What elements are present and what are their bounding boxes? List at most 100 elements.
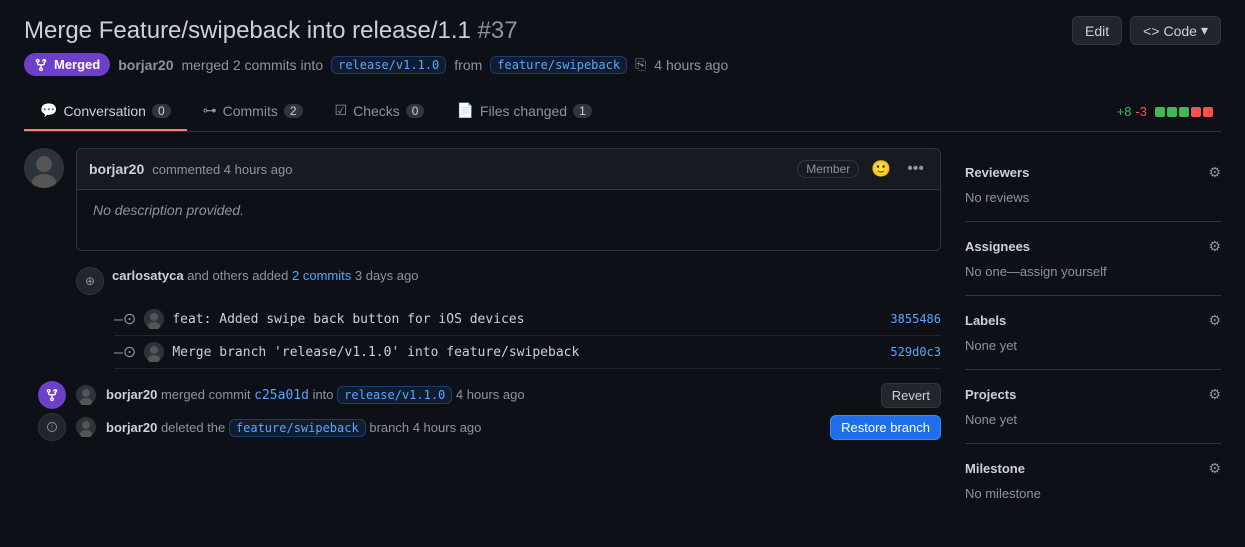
diff-stat: +8 -3: [1117, 104, 1221, 119]
commit-message: feat: Added swipe back button for iOS de…: [172, 312, 882, 327]
merged-badge: Merged: [24, 53, 110, 76]
pr-number: #37: [478, 17, 518, 44]
commit-row: –⊙ feat: Added swipe back button for iOS…: [114, 303, 941, 336]
comment-author: borjar20: [89, 161, 144, 177]
labels-value: None yet: [965, 338, 1017, 353]
emoji-button[interactable]: 🙂: [867, 157, 895, 181]
more-menu-button[interactable]: •••: [903, 158, 928, 180]
pr-author: borjar20: [118, 57, 173, 73]
main-layout: borjar20 commented 4 hours ago Member 🙂 …: [24, 148, 1221, 517]
merge-circle: [38, 381, 66, 409]
tab-files-changed[interactable]: 📄 Files changed 1: [440, 92, 607, 131]
commit-row: –⊙ Merge branch 'release/v1.1.0' into fe…: [114, 336, 941, 369]
merge-event-author[interactable]: borjar20: [106, 387, 157, 402]
diff-plus: +8: [1117, 104, 1132, 119]
delete-event-text: borjar20 deleted the feature/swipeback b…: [106, 420, 820, 435]
commit-avatar: [144, 309, 164, 329]
reviewers-title: Reviewers: [965, 165, 1029, 180]
commit-hash[interactable]: 3855486: [890, 312, 941, 326]
code-icon: <>: [1143, 23, 1159, 39]
edit-button[interactable]: Edit: [1072, 16, 1122, 45]
pr-meta-text: merged 2 commits into: [181, 57, 323, 73]
pr-title-actions: Edit <> Code ▾: [1072, 16, 1221, 45]
sidebar: Reviewers ⚙ No reviews Assignees ⚙ No on…: [965, 148, 1221, 517]
revert-button[interactable]: Revert: [881, 383, 941, 408]
reviewers-gear[interactable]: ⚙: [1208, 164, 1221, 181]
files-icon: 📄: [456, 102, 473, 119]
commits-icon: ⊶: [203, 102, 217, 119]
diff-block: [1167, 107, 1177, 117]
diff-block: [1191, 107, 1201, 117]
commit-list: –⊙ feat: Added swipe back button for iOS…: [114, 303, 941, 369]
restore-branch-button[interactable]: Restore branch: [830, 415, 941, 440]
tabs-row: 💬 Conversation 0 ⊶ Commits 2 ☑ Checks 0 …: [24, 92, 1221, 132]
main-content: borjar20 commented 4 hours ago Member 🙂 …: [24, 148, 941, 517]
comment-box: borjar20 commented 4 hours ago Member 🙂 …: [76, 148, 941, 251]
assignees-section: Assignees ⚙ No one—assign yourself: [965, 221, 1221, 295]
comment-avatar: [24, 148, 64, 188]
checks-icon: ☑: [335, 102, 348, 119]
pr-meta-row: Merged borjar20 merged 2 commits into re…: [24, 53, 1221, 76]
assignees-value: No one—assign yourself: [965, 264, 1107, 279]
comment-container: borjar20 commented 4 hours ago Member 🙂 …: [24, 148, 941, 251]
projects-section: Projects ⚙ None yet: [965, 369, 1221, 443]
commits-added-icon: ⊕: [76, 267, 104, 295]
commit-hash[interactable]: 529d0c3: [890, 345, 941, 359]
milestone-value: No milestone: [965, 486, 1041, 501]
assignees-gear[interactable]: ⚙: [1208, 238, 1221, 255]
comment-time: commented 4 hours ago: [152, 162, 292, 177]
tab-commits[interactable]: ⊶ Commits 2: [187, 92, 319, 131]
commit-dot: –⊙: [114, 342, 136, 362]
milestone-gear[interactable]: ⚙: [1208, 460, 1221, 477]
labels-gear[interactable]: ⚙: [1208, 312, 1221, 329]
diff-block: [1155, 107, 1165, 117]
projects-value: None yet: [965, 412, 1017, 427]
tabs-left: 💬 Conversation 0 ⊶ Commits 2 ☑ Checks 0 …: [24, 92, 608, 131]
timeline-author[interactable]: carlosatyca: [112, 268, 184, 283]
member-badge: Member: [797, 160, 859, 178]
comment-body: No description provided.: [77, 190, 940, 250]
merge-event-text: borjar20 merged commit c25a01d into rele…: [106, 387, 871, 403]
reviewers-section: Reviewers ⚙ No reviews: [965, 148, 1221, 221]
milestone-title: Milestone: [965, 461, 1025, 476]
commits-added-text: carlosatyca and others added 2 commits 3…: [112, 268, 418, 283]
merge-commit-ref[interactable]: c25a01d: [254, 388, 309, 403]
conversation-badge: 0: [152, 104, 171, 118]
projects-title: Projects: [965, 387, 1016, 402]
pr-title-text: Merge Feature/swipeback into release/1.1: [24, 17, 471, 44]
commit-avatar: [144, 342, 164, 362]
reviewers-value: No reviews: [965, 190, 1029, 205]
merge-event-row: borjar20 merged commit c25a01d into rele…: [24, 381, 941, 409]
commits-badge: 2: [284, 104, 303, 118]
delete-event-row: borjar20 deleted the feature/swipeback b…: [24, 413, 941, 441]
delete-avatar: [76, 417, 96, 437]
diff-block: [1203, 107, 1213, 117]
commit-message: Merge branch 'release/v1.1.0' into featu…: [172, 345, 882, 360]
conversation-icon: 💬: [40, 102, 57, 119]
diff-minus: -3: [1135, 104, 1147, 119]
checks-badge: 0: [406, 104, 425, 118]
commit-dot: –⊙: [114, 309, 136, 329]
diff-block: [1179, 107, 1189, 117]
labels-title: Labels: [965, 313, 1006, 328]
merge-target-branch[interactable]: release/v1.1.0: [337, 386, 452, 404]
delete-circle: [38, 413, 66, 441]
chevron-down-icon: ▾: [1201, 22, 1208, 39]
comment-header: borjar20 commented 4 hours ago Member 🙂 …: [77, 149, 940, 190]
merge-icon: [34, 58, 48, 72]
copy-icon[interactable]: ⎘: [635, 56, 646, 73]
source-branch[interactable]: feature/swipeback: [490, 56, 627, 74]
tab-conversation[interactable]: 💬 Conversation 0: [24, 92, 187, 131]
files-badge: 1: [573, 104, 592, 118]
pr-time: 4 hours ago: [654, 57, 728, 73]
commits-added-section: ⊕ carlosatyca and others added 2 commits…: [76, 267, 941, 369]
projects-gear[interactable]: ⚙: [1208, 386, 1221, 403]
deleted-branch[interactable]: feature/swipeback: [229, 419, 366, 437]
tab-checks[interactable]: ☑ Checks 0: [319, 92, 441, 131]
delete-event-author[interactable]: borjar20: [106, 420, 157, 435]
assignees-title: Assignees: [965, 239, 1030, 254]
target-branch[interactable]: release/v1.1.0: [331, 56, 446, 74]
code-button[interactable]: <> Code ▾: [1130, 16, 1221, 45]
milestone-section: Milestone ⚙ No milestone: [965, 443, 1221, 517]
labels-section: Labels ⚙ None yet: [965, 295, 1221, 369]
